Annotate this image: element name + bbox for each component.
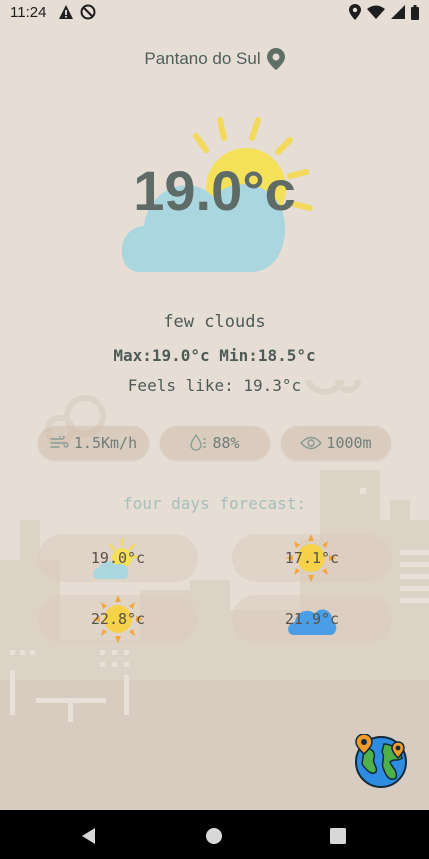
humidity-value: 88%	[212, 434, 240, 452]
status-time: 11:24	[10, 4, 47, 21]
recents-button[interactable]	[330, 828, 346, 844]
visibility-pill: 1000m	[281, 426, 391, 460]
forecast-temp-3: 22.8°c	[90, 610, 146, 628]
location-label: Pantano do Sul	[0, 48, 429, 70]
no-disturb-icon	[80, 4, 96, 20]
wind-icon	[50, 436, 69, 448]
status-bar: 11:24	[0, 0, 429, 26]
forecast-temp-2: 17.1°c	[284, 549, 340, 567]
globe-icon[interactable]	[354, 734, 408, 788]
feels-like: Feels like: 19.3°c	[127, 376, 302, 395]
back-button[interactable]	[80, 827, 98, 845]
weather-description: few clouds	[163, 312, 266, 332]
wind-speed-pill: 1.5Km/h	[38, 426, 149, 460]
eye-icon	[300, 436, 323, 450]
wind-speed-value: 1.5Km/h	[73, 434, 138, 452]
visibility-value: 1000m	[326, 434, 372, 452]
home-button[interactable]	[205, 827, 223, 845]
humidity-pill: 88%	[160, 426, 270, 460]
forecast-day-1: 19.0°c	[38, 534, 198, 582]
alert-icon	[59, 5, 73, 19]
location-name: Pantano do Sul	[144, 49, 261, 68]
forecast-day-3: 22.8°c	[38, 595, 198, 643]
location-icon	[349, 4, 361, 20]
forecast-day-2: 17.1°c	[232, 534, 392, 582]
current-temperature: 19.0°c	[133, 159, 296, 222]
forecast-temp-1: 19.0°c	[90, 549, 146, 567]
humidity-icon	[190, 434, 207, 451]
signal-icon	[391, 5, 405, 19]
wifi-icon	[367, 5, 385, 19]
forecast-day-4: 21.9°c	[232, 595, 392, 643]
battery-icon	[411, 4, 419, 20]
navigation-bar	[0, 810, 429, 859]
forecast-title: four days forecast:	[122, 494, 307, 513]
min-max-temperature: Max:19.0°c Min:18.5°c	[113, 346, 316, 365]
location-pin-icon	[266, 48, 285, 70]
forecast-temp-4: 21.9°c	[284, 610, 340, 628]
